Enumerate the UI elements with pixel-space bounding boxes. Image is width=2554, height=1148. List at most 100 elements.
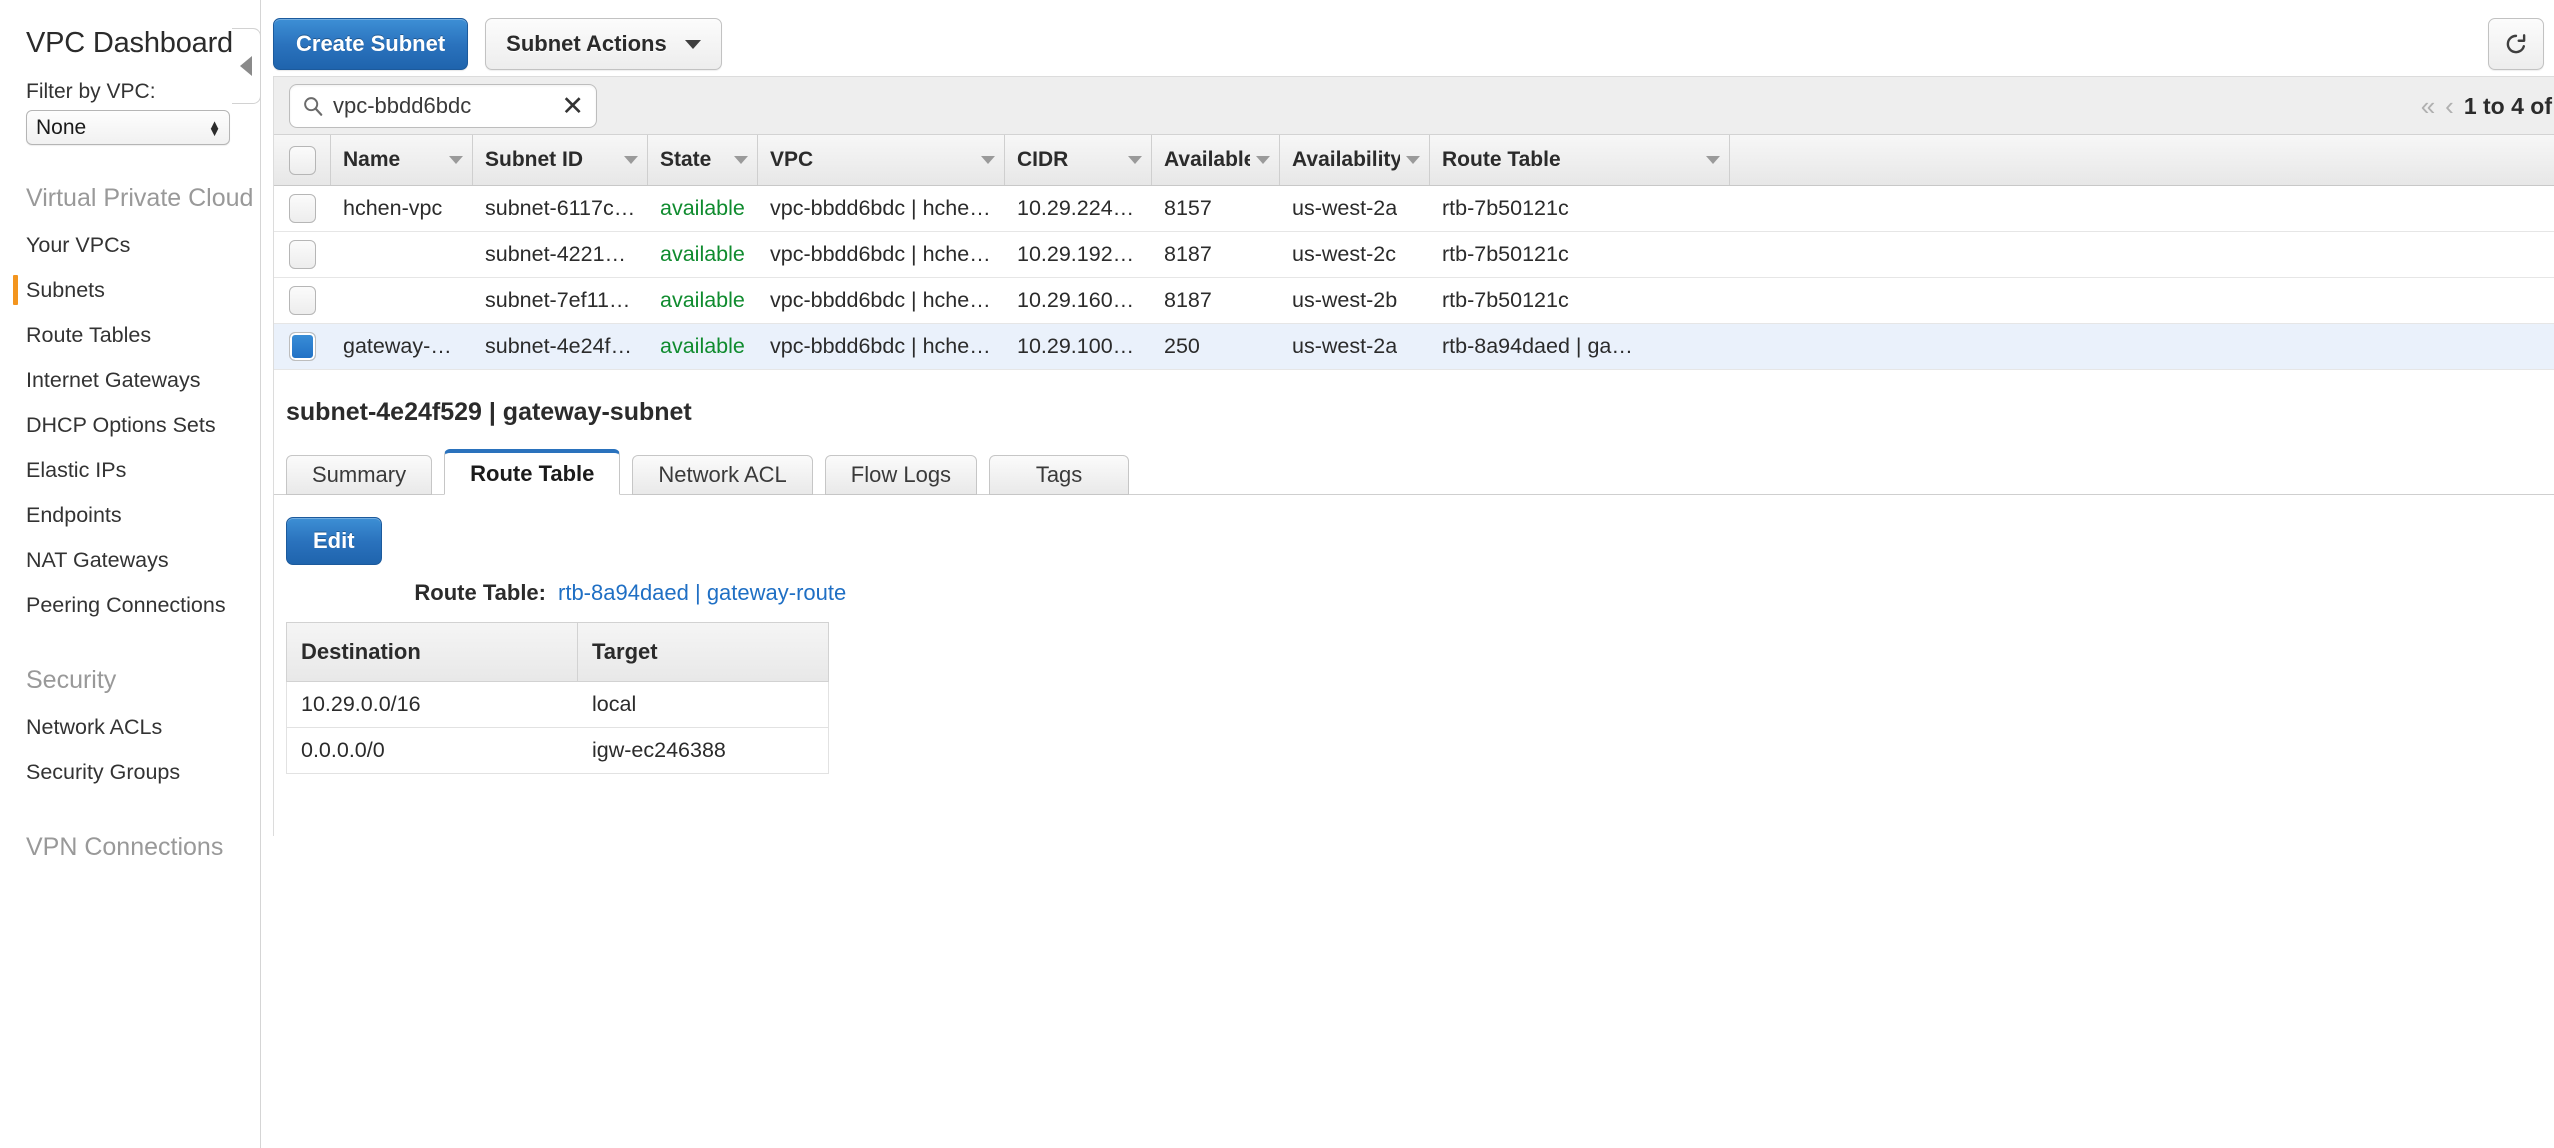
cell-route-table: rtb-7b50121c (1430, 278, 1730, 323)
edit-button[interactable]: Edit (286, 517, 382, 565)
cell-name-text: hchen-vpc (343, 196, 442, 221)
subnets-table: Name Subnet ID State VPC CIDR (273, 134, 2554, 370)
detail-panel: subnet-4e24f529 | gateway-subnet Summary… (273, 370, 2554, 836)
sidebar-item-your-vpcs[interactable]: Your VPCs (0, 222, 260, 267)
sidebar-item-peering-connections[interactable]: Peering Connections (0, 582, 260, 627)
table-row[interactable]: gateway-subnet subnet-4e24f529 available… (274, 324, 2554, 370)
cell-state-text: available (660, 334, 745, 359)
tab-network-acl[interactable]: Network ACL (632, 455, 812, 495)
column-header-route-table[interactable]: Route Table (1430, 135, 1730, 185)
route-table-row: Route Table: rtb-8a94daed | gateway-rout… (286, 580, 2554, 606)
sidebar-item-security-groups[interactable]: Security Groups (0, 749, 260, 794)
route-destination: 10.29.0.0/16 (287, 682, 578, 727)
cell-route-table: rtb-7b50121c (1430, 186, 1730, 231)
subnet-actions-button[interactable]: Subnet Actions (485, 18, 722, 70)
tab-route-table[interactable]: Route Table (444, 449, 620, 495)
column-header-subnet-id[interactable]: Subnet ID (473, 135, 648, 185)
cell-route-table-text: rtb-7b50121c (1442, 288, 1569, 313)
filter-by-vpc-select[interactable]: None ▲▼ (26, 110, 230, 145)
cell-name: gateway-subnet (331, 324, 473, 369)
route-table-label: Route Table: (286, 580, 558, 606)
sidebar-item-network-acls[interactable]: Network ACLs (0, 704, 260, 749)
column-header-vpc[interactable]: VPC (758, 135, 1005, 185)
sidebar-item-elastic-ips[interactable]: Elastic IPs (0, 447, 260, 492)
search-input[interactable]: vpc-bbdd6bdc ✕ (289, 84, 597, 128)
route-table-link[interactable]: rtb-8a94daed | gateway-route (558, 580, 846, 606)
cell-subnet-id-text: subnet-4e24f529 (485, 334, 636, 359)
row-select-cell[interactable] (274, 186, 331, 231)
sidebar-item-endpoints[interactable]: Endpoints (0, 492, 260, 537)
routes-table: Destination Target 10.29.0.0/16 local 0.… (286, 622, 829, 774)
sidebar-item-internet-gateways[interactable]: Internet Gateways (0, 357, 260, 402)
cell-availability-zone-text: us-west-2b (1292, 288, 1397, 313)
nav-group-title-vpn-connections: VPN Connections (0, 832, 260, 862)
cell-vpc: vpc-bbdd6bdc | hchen-vpc (758, 278, 1005, 323)
column-header-cidr[interactable]: CIDR (1005, 135, 1152, 185)
cell-state: available (648, 278, 758, 323)
tab-tags[interactable]: Tags (989, 455, 1129, 495)
cell-subnet-id-text: subnet-4221721a (485, 242, 636, 267)
column-header-state-label: State (660, 148, 711, 172)
cell-vpc-text: vpc-bbdd6bdc | hchen-vpc (770, 288, 993, 313)
row-checkbox[interactable] (289, 194, 316, 223)
column-header-state[interactable]: State (648, 135, 758, 185)
column-header-available-ips-label: Available IPs (1164, 148, 1250, 172)
cell-availability-zone-text: us-west-2c (1292, 242, 1396, 267)
cell-vpc: vpc-bbdd6bdc | hchen-vpc (758, 232, 1005, 277)
column-header-name[interactable]: Name (331, 135, 473, 185)
tab-summary[interactable]: Summary (286, 455, 432, 495)
refresh-button[interactable] (2488, 18, 2544, 70)
table-row[interactable]: subnet-4221721a available vpc-bbdd6bdc |… (274, 232, 2554, 278)
column-header-available-ips[interactable]: Available IPs (1152, 135, 1280, 185)
cell-available-ips: 8187 (1152, 278, 1280, 323)
row-checkbox[interactable] (289, 286, 316, 315)
sidebar-item-nat-gateways[interactable]: NAT Gateways (0, 537, 260, 582)
toolbar: Create Subnet Subnet Actions (261, 0, 2554, 76)
routes-column-target: Target (578, 623, 828, 681)
detail-tabs: Summary Route Table Network ACL Flow Log… (274, 449, 2554, 495)
pagination-prev-button[interactable]: ‹ (2445, 93, 2454, 119)
routes-table-row: 0.0.0.0/0 igw-ec246388 (286, 728, 829, 774)
row-select-cell[interactable] (274, 232, 331, 277)
cell-vpc-text: vpc-bbdd6bdc | hchen-vpc (770, 196, 993, 221)
chevron-down-icon (734, 156, 748, 164)
sidebar-collapse-button[interactable] (232, 28, 261, 104)
row-select-cell[interactable] (274, 278, 331, 323)
cell-subnet-id: subnet-4e24f529 (473, 324, 648, 369)
sidebar-item-route-tables[interactable]: Route Tables (0, 312, 260, 357)
select-all-header[interactable] (274, 135, 331, 185)
column-header-vpc-label: VPC (770, 148, 813, 172)
tab-flow-logs[interactable]: Flow Logs (825, 455, 977, 495)
cell-available-ips-text: 250 (1164, 334, 1200, 359)
create-subnet-button[interactable]: Create Subnet (273, 18, 468, 70)
sidebar-item-dhcp-options-sets[interactable]: DHCP Options Sets (0, 402, 260, 447)
cell-cidr-text: 10.29.224.0/19 (1017, 196, 1140, 221)
row-select-cell[interactable] (274, 324, 331, 369)
main-content: Create Subnet Subnet Actions vpc-bbdd6bd… (261, 0, 2554, 1148)
row-checkbox[interactable] (289, 332, 316, 361)
select-all-checkbox[interactable] (289, 146, 316, 175)
cell-cidr-text: 10.29.100.0/24 (1017, 334, 1140, 359)
cell-name-text: gateway-subnet (343, 334, 461, 359)
pagination-first-button[interactable]: « (2421, 93, 2435, 119)
column-header-availability-zone[interactable]: Availability Zone (1280, 135, 1430, 185)
cell-vpc-text: vpc-bbdd6bdc | hchen-vpc (770, 334, 993, 359)
row-checkbox[interactable] (289, 240, 316, 269)
cell-state: available (648, 232, 758, 277)
table-row[interactable]: subnet-7ef11f37 available vpc-bbdd6bdc |… (274, 278, 2554, 324)
cell-route-table: rtb-7b50121c (1430, 232, 1730, 277)
table-row[interactable]: hchen-vpc subnet-6117c306 available vpc-… (274, 186, 2554, 232)
cell-state: available (648, 324, 758, 369)
cell-available-ips-text: 8157 (1164, 196, 1212, 221)
routes-table-header: Destination Target (286, 622, 829, 682)
sidebar: VPC Dashboard Filter by VPC: None ▲▼ Vir… (0, 0, 261, 1148)
cell-available-ips-text: 8187 (1164, 242, 1212, 267)
vpc-console: VPC Dashboard Filter by VPC: None ▲▼ Vir… (0, 0, 2554, 1148)
close-icon[interactable]: ✕ (561, 96, 584, 116)
route-target-link[interactable]: igw-ec246388 (578, 728, 828, 773)
cell-availability-zone: us-west-2c (1280, 232, 1430, 277)
sidebar-item-subnets[interactable]: Subnets (0, 267, 260, 312)
cell-cidr-text: 10.29.192.0/19 (1017, 242, 1140, 267)
chevron-left-icon (240, 56, 252, 76)
cell-state: available (648, 186, 758, 231)
